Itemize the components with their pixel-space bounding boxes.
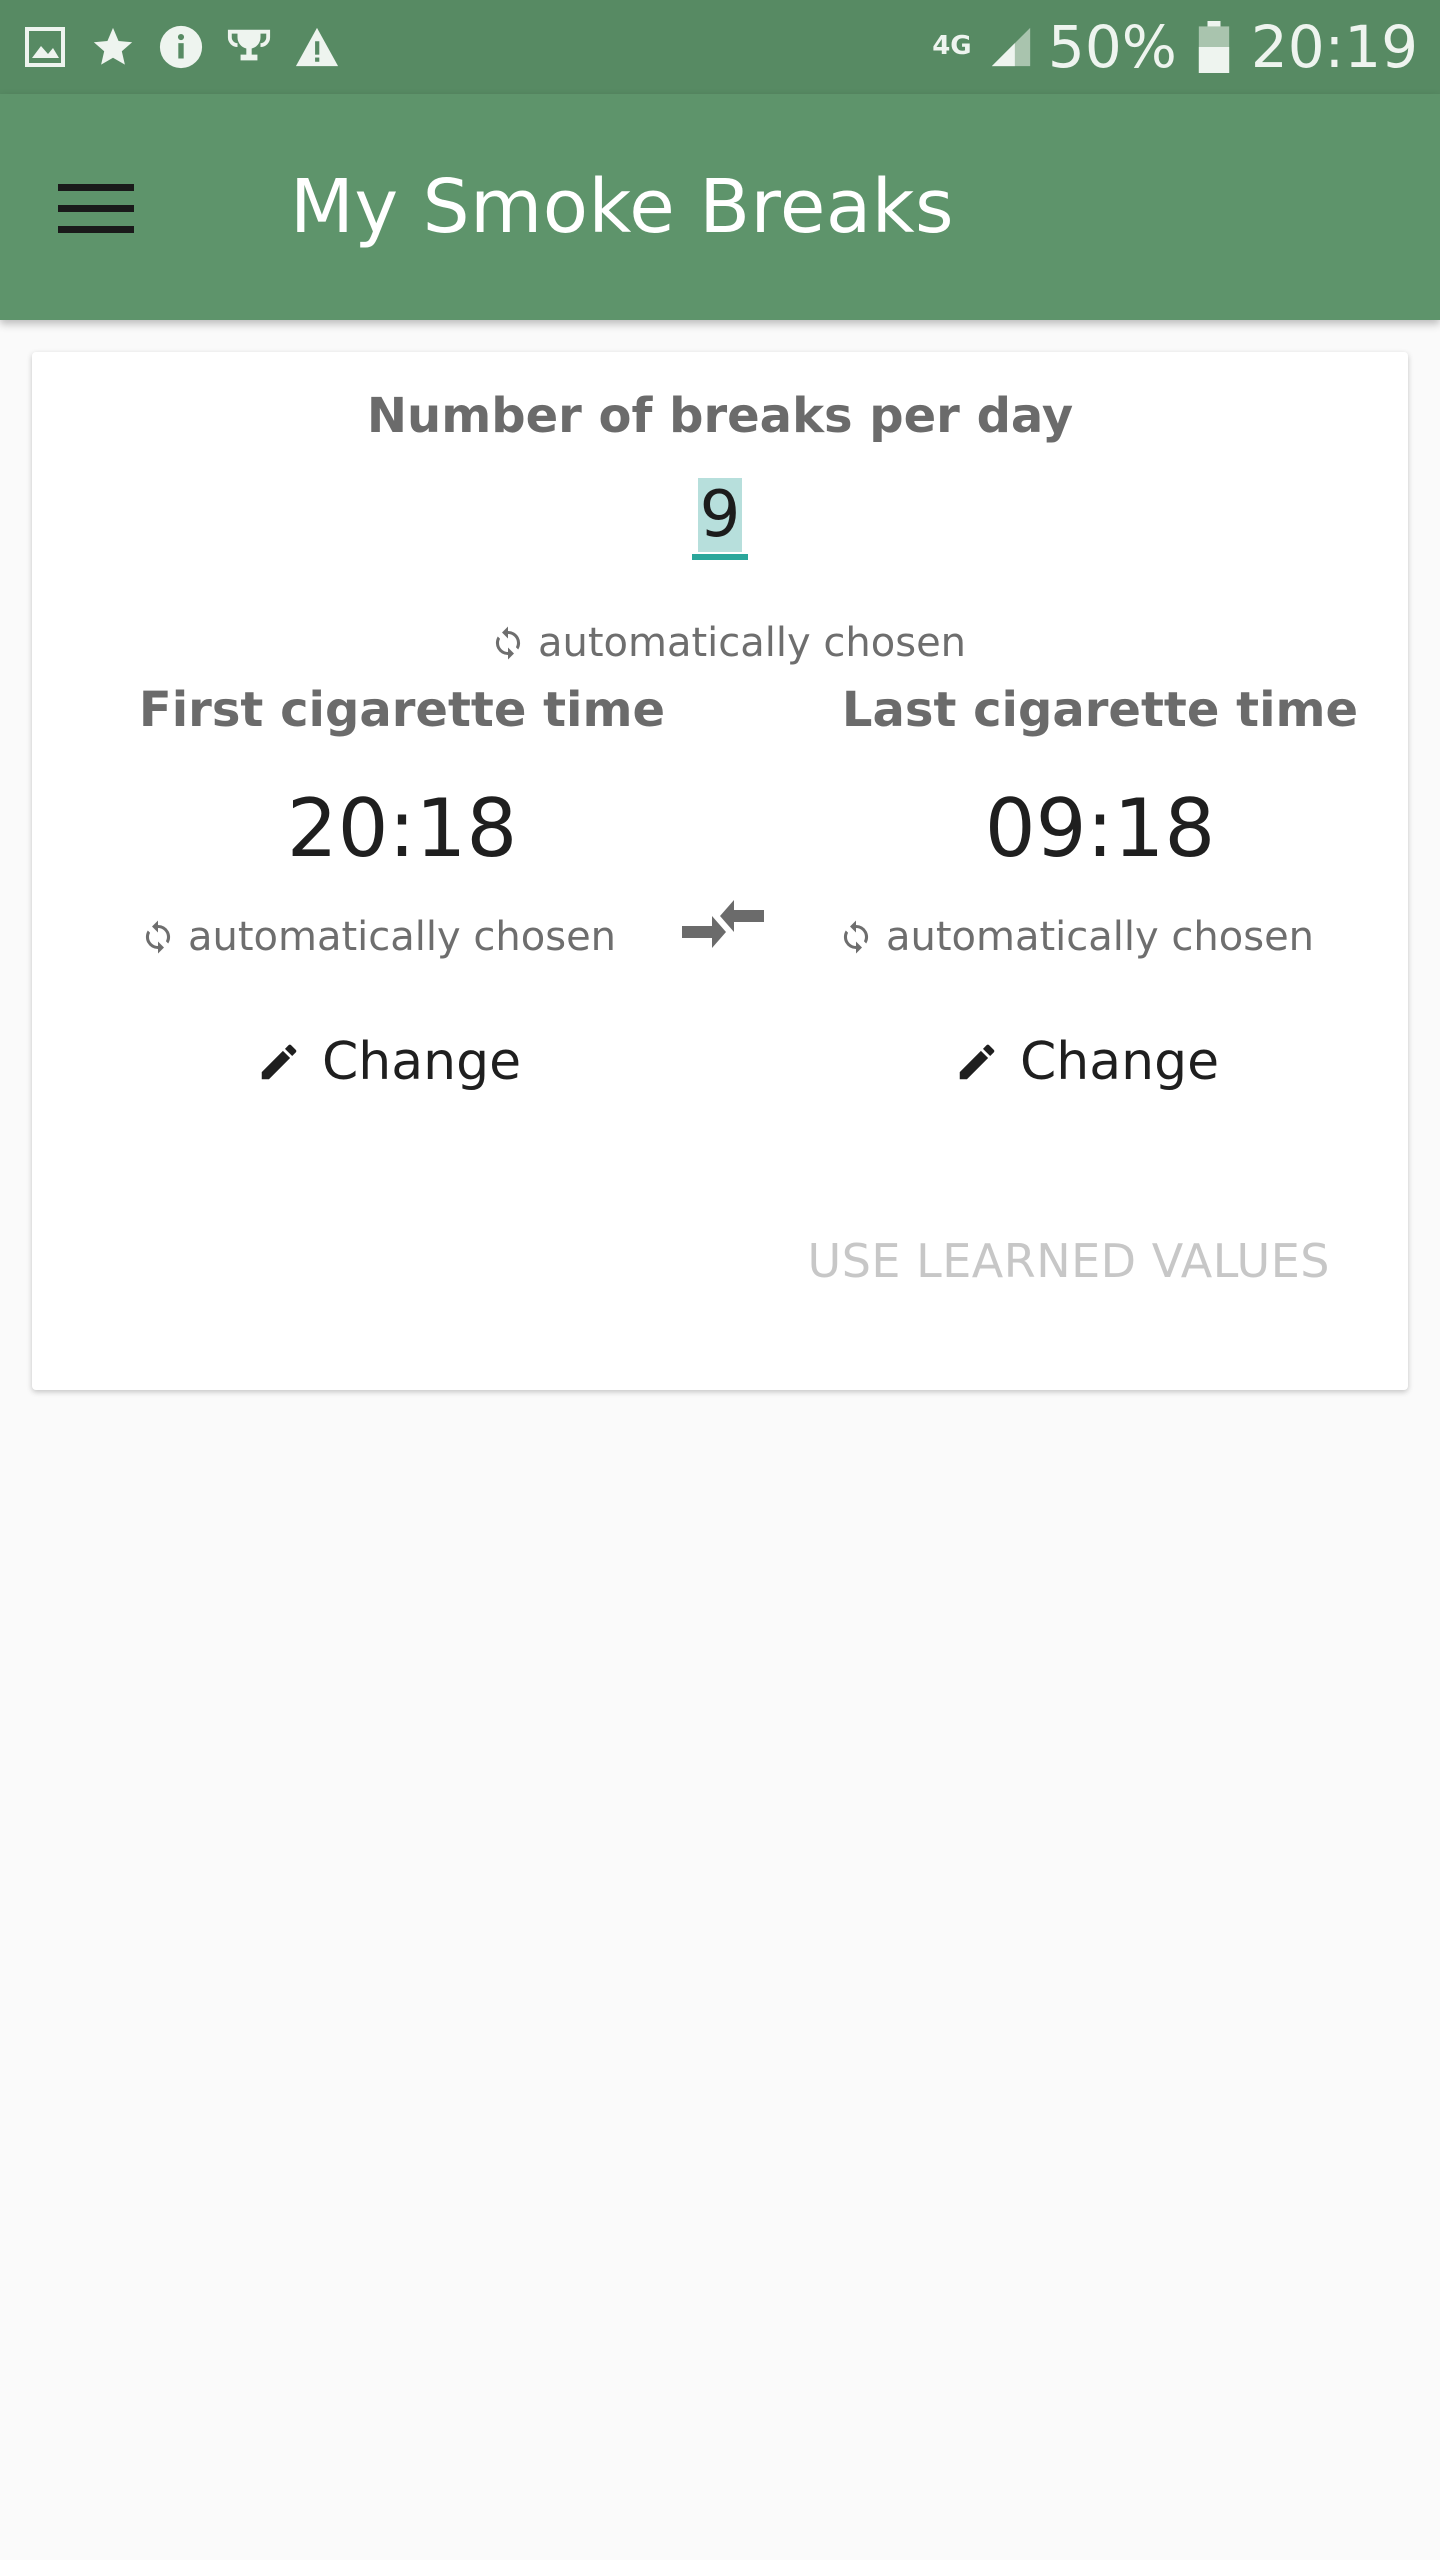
- image-icon: [22, 24, 68, 70]
- input-underline: [691, 554, 749, 560]
- sync-icon: [843, 920, 869, 954]
- battery-icon: [1191, 21, 1237, 73]
- page-title: My Smoke Breaks: [290, 164, 955, 250]
- swap-times-icon[interactable]: [680, 892, 766, 962]
- trophy-icon: [226, 24, 272, 70]
- clock: 20:19: [1250, 13, 1418, 81]
- status-bar: 4G 50% 20:19: [0, 0, 1440, 94]
- breaks-per-day-label: Number of breaks per day: [366, 388, 1074, 444]
- app-bar: My Smoke Breaks: [0, 94, 1440, 320]
- change-last-time-button[interactable]: Change: [954, 1032, 1219, 1092]
- last-cigarette-label: Last cigarette time: [841, 682, 1359, 738]
- settings-card: Number of breaks per day 9 automatically…: [32, 352, 1408, 1390]
- star-icon: [90, 24, 136, 70]
- warning-icon: [294, 24, 340, 70]
- battery-percent: 50%: [1047, 13, 1177, 81]
- breaks-auto-status: automatically chosen: [490, 620, 966, 666]
- breaks-auto-label: automatically chosen: [538, 620, 967, 666]
- change-last-label: Change: [1020, 1032, 1220, 1092]
- signal-icon: [988, 24, 1034, 70]
- network-type: 4G: [932, 31, 972, 62]
- pencil-icon: [261, 1044, 297, 1080]
- sync-icon: [145, 920, 171, 954]
- last-auto-status: automatically chosen: [838, 914, 1314, 960]
- last-auto-label: automatically chosen: [886, 914, 1315, 960]
- pencil-icon: [959, 1044, 995, 1080]
- breaks-per-day-input[interactable]: 9: [691, 478, 749, 560]
- info-icon: [158, 24, 204, 70]
- last-cigarette-time: 09:18: [984, 782, 1216, 875]
- system-indicators: 4G 50% 20:19: [930, 18, 1418, 76]
- sync-icon: [495, 626, 521, 660]
- first-cigarette-time: 20:18: [286, 782, 518, 875]
- hamburger-menu-icon[interactable]: [44, 164, 144, 252]
- first-auto-label: automatically chosen: [188, 914, 617, 960]
- first-auto-status: automatically chosen: [140, 914, 616, 960]
- notification-icons: [22, 24, 340, 70]
- change-first-time-button[interactable]: Change: [256, 1032, 521, 1092]
- change-first-label: Change: [322, 1032, 522, 1092]
- breaks-per-day-field-wrap: 9: [32, 478, 1408, 560]
- breaks-per-day-value: 9: [697, 478, 743, 552]
- first-cigarette-label: First cigarette time: [138, 682, 666, 738]
- use-learned-values-button[interactable]: USE LEARNED VALUES: [808, 1234, 1330, 1288]
